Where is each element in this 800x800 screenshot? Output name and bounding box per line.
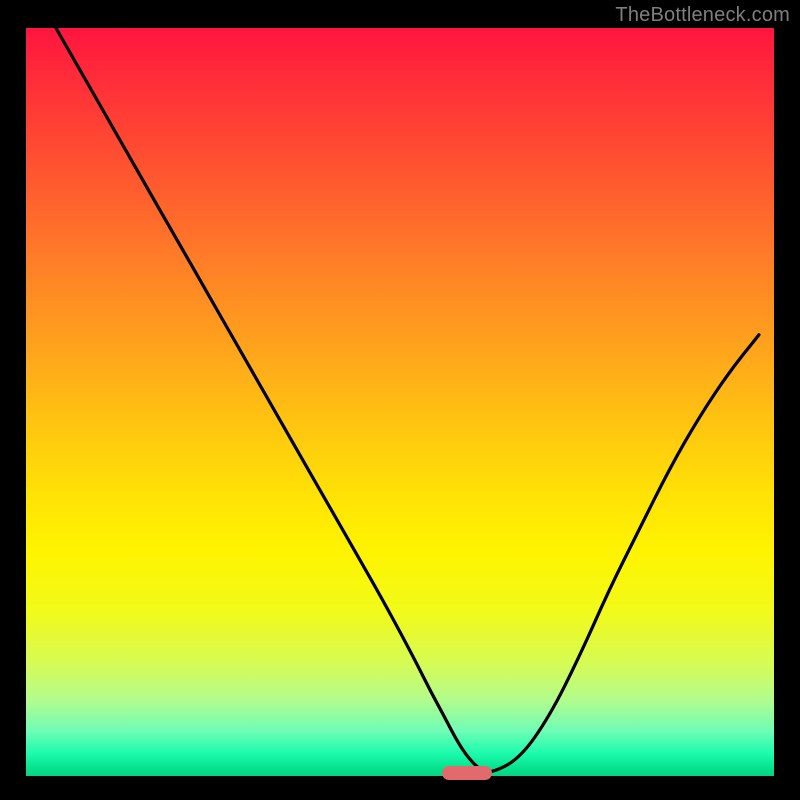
minimum-marker-pill — [442, 766, 492, 780]
bottleneck-curve — [56, 28, 759, 772]
curve-svg — [26, 28, 774, 776]
watermark-text: TheBottleneck.com — [615, 4, 790, 27]
chart-frame: TheBottleneck.com — [0, 0, 800, 800]
